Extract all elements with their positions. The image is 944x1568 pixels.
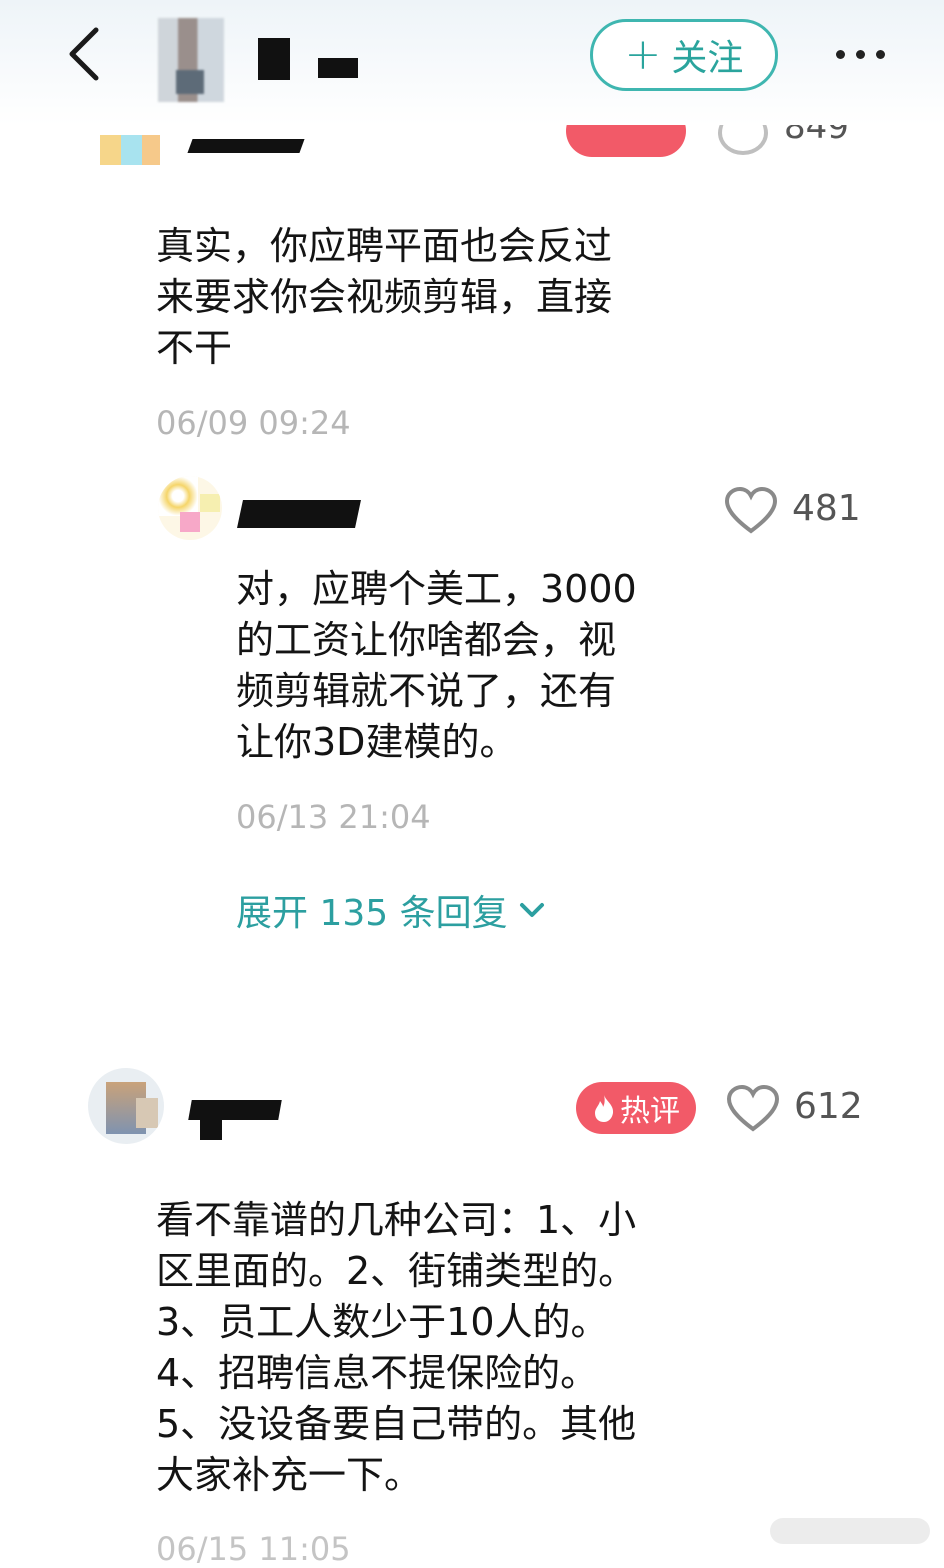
avatar [100,135,160,165]
expand-replies-link[interactable]: 展开 135 条回复 [236,884,546,936]
follow-button[interactable]: + 关注 [590,19,778,91]
heart-icon[interactable] [726,1084,780,1134]
username-redacted [188,1100,282,1120]
hot-comment-badge: 热评 [576,1082,696,1134]
like-count: 849 [784,125,849,147]
username-redacted [237,500,361,528]
back-arrow-icon[interactable] [62,24,106,84]
flame-icon [595,1095,614,1122]
comment-text: 真实，你应聘平面也会反过 来要求你会视频剪辑，直接 不干 [156,224,613,370]
comment-text: 看不靠谱的几种公司：1、小 区里面的。2、街铺类型的。 3、员工人数少于10人的… [156,1198,637,1497]
avatar[interactable] [158,476,222,540]
author-avatar[interactable] [158,18,224,102]
follow-label: 关注 [671,38,744,79]
like-count: 612 [794,1086,863,1127]
reply-text: 对，应聘个美工，3000 的工资让你啥都会，视 频剪辑就不说了，还有 让你3D建… [236,567,637,764]
reply-timestamp: 06/13 21:04 [236,798,431,836]
previous-comment-header: 849 [0,125,944,165]
chevron-down-icon [519,903,544,917]
author-name-redacted [258,38,290,80]
more-dots-icon[interactable] [834,42,890,66]
hot-label: 热评 [620,1094,680,1129]
watermark [770,1518,930,1544]
author-name-redacted [318,58,358,78]
avatar[interactable] [88,1068,164,1144]
plus-icon: + [624,29,662,80]
like-count: 481 [792,488,861,529]
comment-timestamp: 06/15 11:05 [156,1530,351,1568]
comment-timestamp: 06/09 09:24 [156,404,351,442]
expand-replies-label: 展开 135 条回复 [236,893,508,934]
heart-icon[interactable] [724,486,778,536]
hot-badge [566,125,686,157]
top-nav-bar: + 关注 [0,0,944,125]
username-redacted [187,139,305,153]
heart-icon[interactable] [718,125,768,155]
username-redacted [200,1118,222,1140]
